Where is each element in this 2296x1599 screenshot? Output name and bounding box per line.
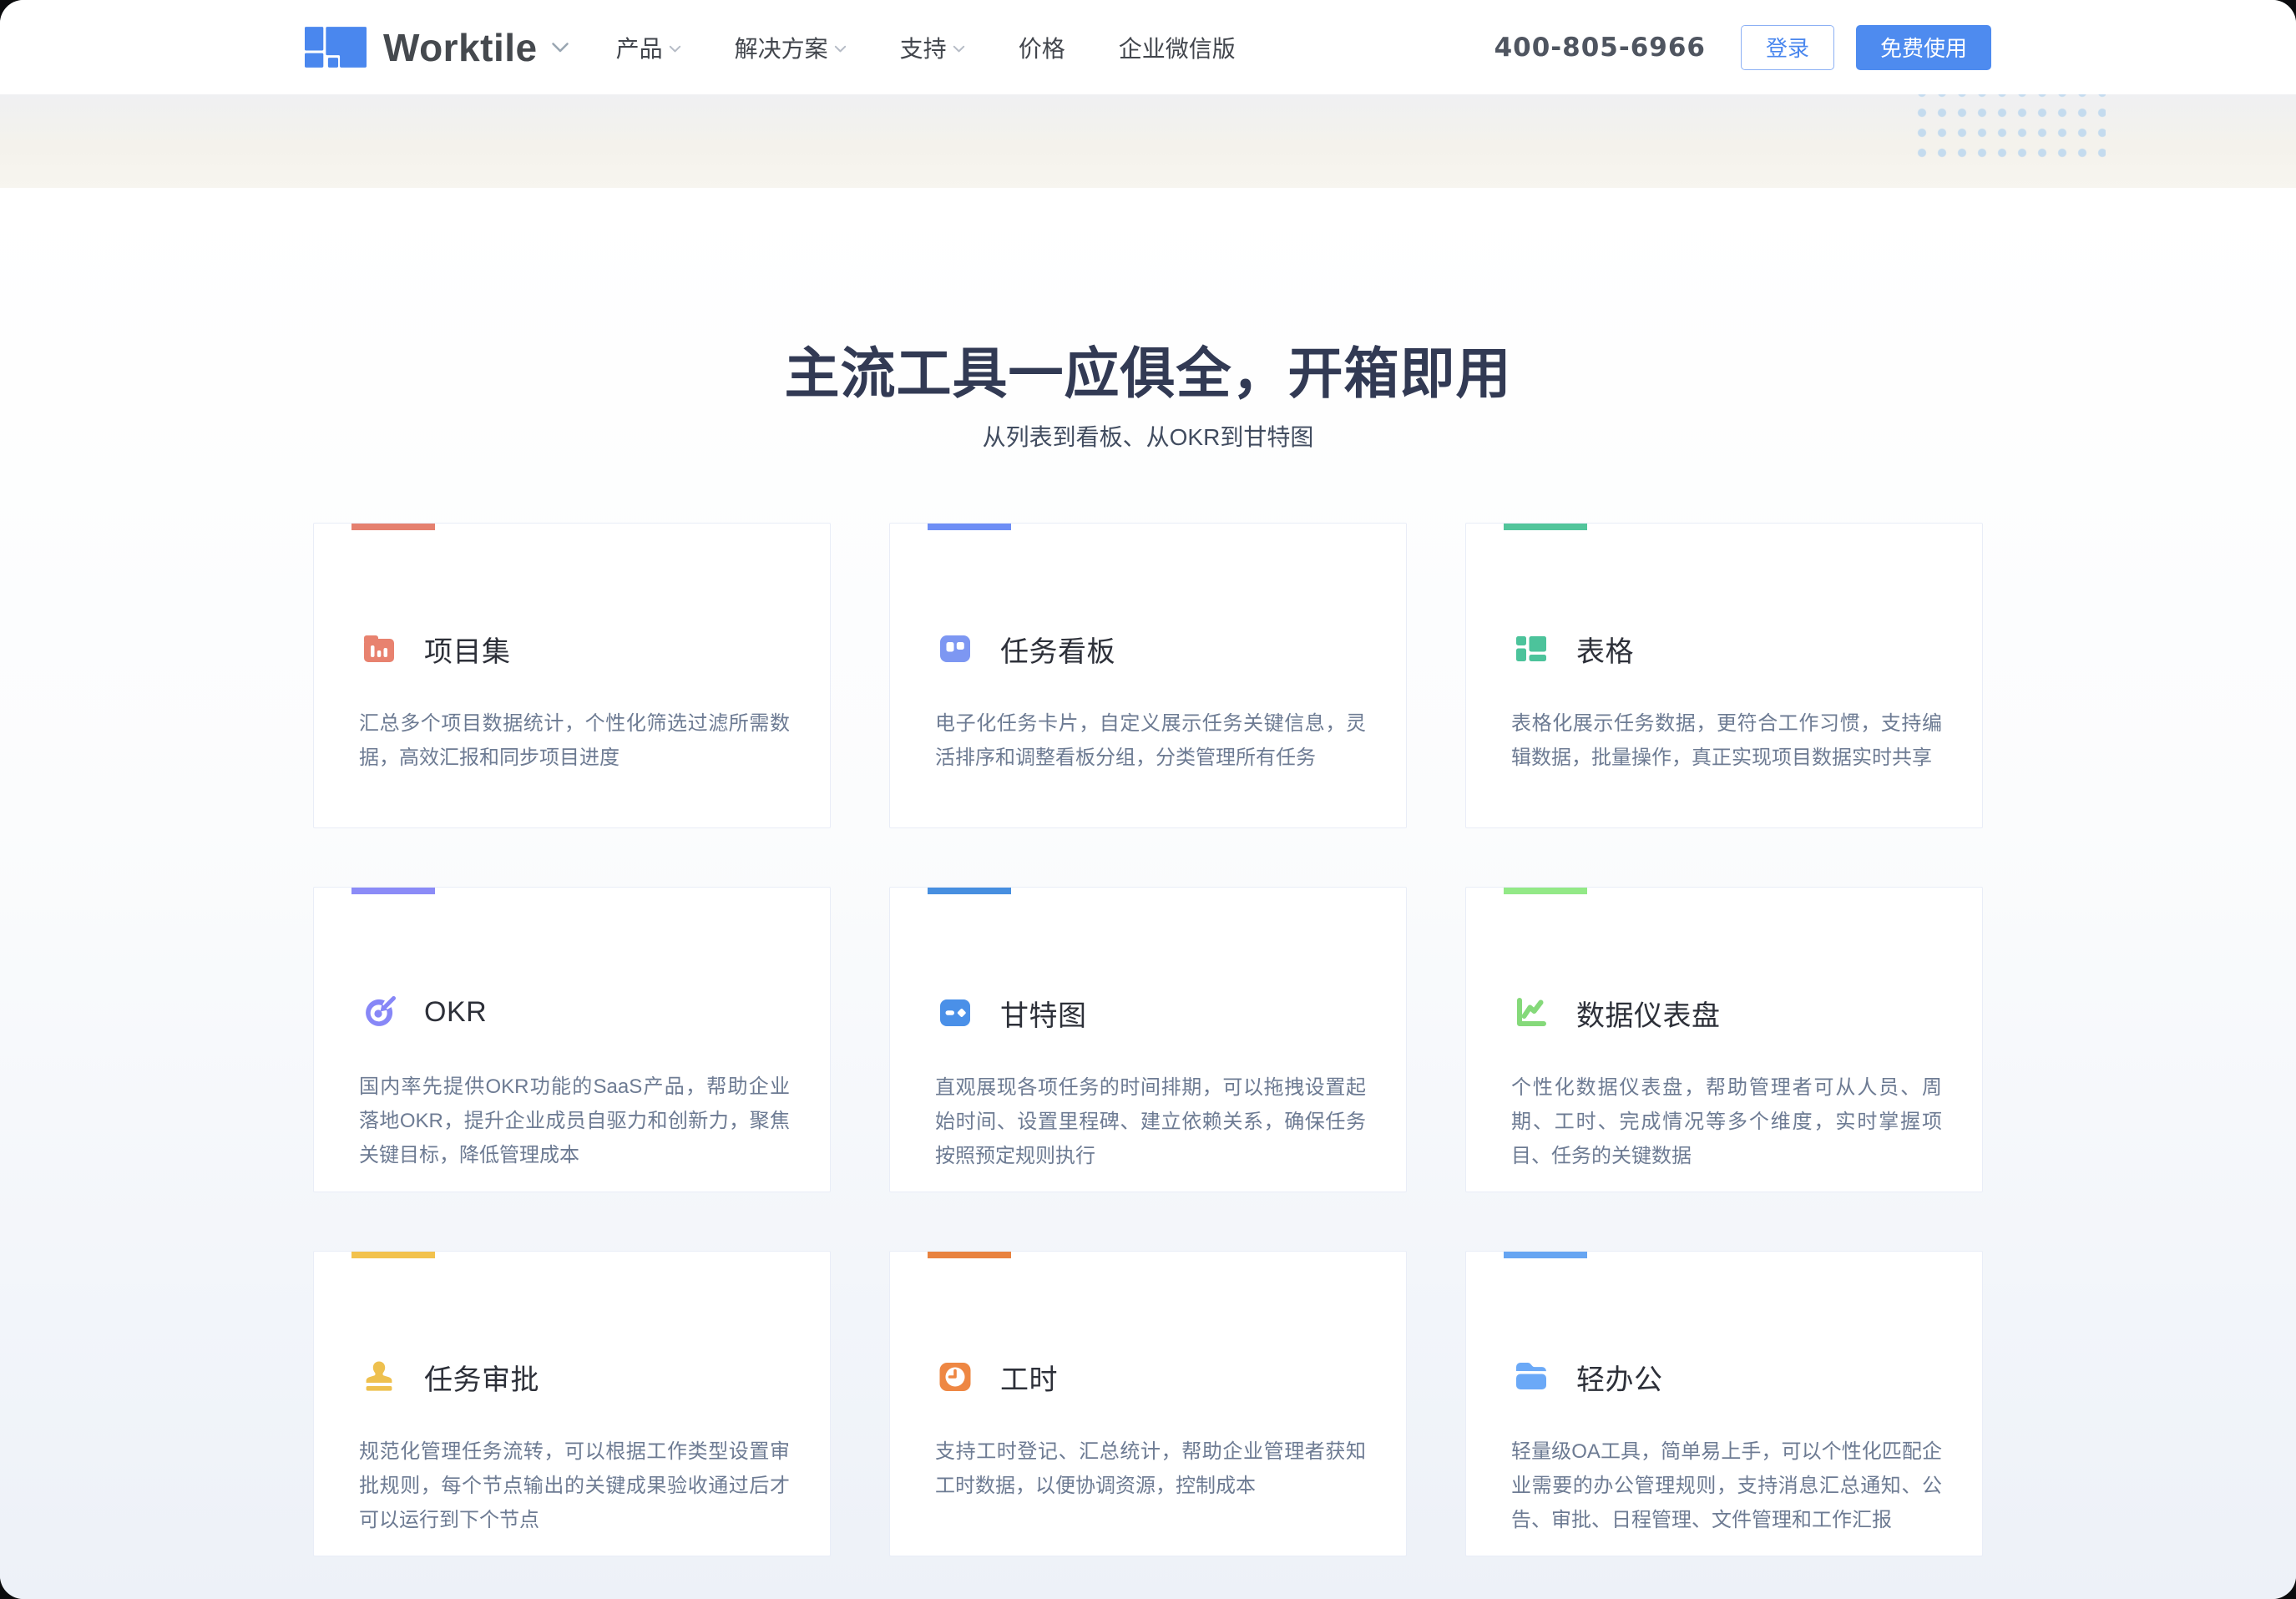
card-title: 任务审批 [424, 1357, 539, 1398]
menu-label: 价格 [1019, 31, 1065, 64]
card-accent-bar [1504, 524, 1587, 530]
menu-label: 产品 [616, 31, 663, 64]
feature-card-kanban[interactable]: 任务看板 电子化任务卡片，自定义展示任务关键信息，灵活排序和调整看板分组，分类管… [889, 523, 1407, 828]
card-title: 项目集 [424, 629, 511, 670]
menu-label: 解决方案 [735, 31, 828, 64]
chevron-down-icon [953, 45, 965, 53]
okr-target-icon [359, 993, 399, 1033]
menu-item-solutions[interactable]: 解决方案 [735, 31, 847, 64]
feature-card-grid: 项目集 汇总多个项目数据统计，个性化筛选过滤所需数据，高效汇报和同步项目进度 任… [313, 523, 1983, 1556]
card-title: 表格 [1576, 629, 1634, 670]
card-accent-bar [1504, 888, 1587, 894]
section-title: 主流工具一应俱全，开箱即用 [0, 343, 2296, 404]
feature-card-dashboard[interactable]: 数据仪表盘 个性化数据仪表盘，帮助管理者可从人员、周期、工时、完成情况等多个维度… [1465, 887, 1983, 1192]
card-accent-bar [351, 888, 435, 894]
projects-folder-icon [359, 629, 399, 669]
hero-band [0, 94, 2296, 188]
menu-label: 企业微信版 [1119, 31, 1236, 64]
card-description: 个性化数据仪表盘，帮助管理者可从人员、周期、工时、完成情况等多个维度，实时掌握项… [1511, 1070, 1942, 1174]
dashboard-chart-icon [1511, 993, 1551, 1033]
card-title: 甘特图 [1000, 993, 1087, 1034]
feature-card-table[interactable]: 表格 表格化展示任务数据，更符合工作习惯，支持编辑数据，批量操作，真正实现项目数… [1465, 523, 1983, 828]
service-phone-number[interactable]: 400-805-6966 [1494, 33, 1706, 63]
login-button[interactable]: 登录 [1741, 25, 1834, 70]
worktile-logo[interactable]: Worktile [305, 25, 569, 70]
features-section: 主流工具一应俱全，开箱即用 从列表到看板、从OKR到甘特图 项目集 汇总多个项目… [0, 188, 2296, 1599]
menu-item-support[interactable]: 支持 [900, 31, 965, 64]
card-description: 支持工时登记、汇总统计，帮助企业管理者获知工时数据，以便协调资源，控制成本 [935, 1435, 1366, 1504]
menu-item-pricing[interactable]: 价格 [1019, 31, 1065, 64]
card-title: OKR [424, 996, 487, 1029]
dot-grid-decoration [1912, 83, 2106, 163]
menu-label: 支持 [900, 31, 947, 64]
chevron-down-icon [834, 45, 847, 53]
top-navbar: Worktile 产品 解决方案 支持 [0, 0, 2296, 94]
feature-card-okr[interactable]: OKR 国内率先提供OKR功能的SaaS产品，帮助企业落地OKR，提升企业成员自… [313, 887, 831, 1192]
table-icon [1511, 629, 1551, 669]
menu-item-products[interactable]: 产品 [616, 31, 681, 64]
card-description: 规范化管理任务流转，可以根据工作类型设置审批规则，每个节点输出的关键成果验收通过… [359, 1435, 790, 1538]
approval-stamp-icon [359, 1357, 399, 1397]
card-description: 直观展现各项任务的时间排期，可以拖拽设置起始时间、设置里程碑、建立依赖关系，确保… [935, 1070, 1366, 1174]
main-menu: 产品 解决方案 支持 价格 企业微信版 [616, 31, 1236, 64]
free-trial-button[interactable]: 免费使用 [1856, 25, 1991, 70]
brand-name: Worktile [383, 25, 538, 70]
worktile-landing-page: Worktile 产品 解决方案 支持 [0, 0, 2296, 1599]
feature-card-approval[interactable]: 任务审批 规范化管理任务流转，可以根据工作类型设置审批规则，每个节点输出的关键成… [313, 1251, 831, 1556]
card-description: 汇总多个项目数据统计，个性化筛选过滤所需数据，高效汇报和同步项目进度 [359, 706, 790, 776]
section-subtitle: 从列表到看板、从OKR到甘特图 [0, 421, 2296, 453]
card-accent-bar [928, 524, 1011, 530]
gantt-icon [935, 993, 975, 1033]
feature-card-gantt[interactable]: 甘特图 直观展现各项任务的时间排期，可以拖拽设置起始时间、设置里程碑、建立依赖关… [889, 887, 1407, 1192]
card-description: 轻量级OA工具，简单易上手，可以个性化匹配企业需要的办公管理规则，支持消息汇总通… [1511, 1435, 1942, 1538]
card-title: 任务看板 [1000, 629, 1115, 670]
card-title: 数据仪表盘 [1576, 993, 1721, 1034]
card-accent-bar [1504, 1252, 1587, 1258]
card-description: 国内率先提供OKR功能的SaaS产品，帮助企业落地OKR，提升企业成员自驱力和创… [359, 1070, 790, 1173]
kanban-icon [935, 629, 975, 669]
card-accent-bar [928, 888, 1011, 894]
clock-icon [935, 1357, 975, 1397]
card-accent-bar [928, 1252, 1011, 1258]
card-title: 工时 [1000, 1357, 1058, 1398]
card-description: 表格化展示任务数据，更符合工作习惯，支持编辑数据，批量操作，真正实现项目数据实时… [1511, 706, 1942, 776]
card-title: 轻办公 [1576, 1357, 1663, 1398]
worktile-logo-icon [305, 27, 367, 68]
nav-actions: 400-805-6966 登录 免费使用 [1494, 25, 1991, 70]
folder-icon [1511, 1357, 1551, 1397]
chevron-down-icon [551, 42, 569, 53]
menu-item-wechat-work[interactable]: 企业微信版 [1119, 31, 1236, 64]
card-description: 电子化任务卡片，自定义展示任务关键信息，灵活排序和调整看板分组，分类管理所有任务 [935, 706, 1366, 776]
feature-card-projects[interactable]: 项目集 汇总多个项目数据统计，个性化筛选过滤所需数据，高效汇报和同步项目进度 [313, 523, 831, 828]
card-accent-bar [351, 1252, 435, 1258]
chevron-down-icon [669, 45, 681, 53]
feature-card-worktime[interactable]: 工时 支持工时登记、汇总统计，帮助企业管理者获知工时数据，以便协调资源，控制成本 [889, 1251, 1407, 1556]
card-accent-bar [351, 524, 435, 530]
feature-card-light-office[interactable]: 轻办公 轻量级OA工具，简单易上手，可以个性化匹配企业需要的办公管理规则，支持消… [1465, 1251, 1983, 1556]
